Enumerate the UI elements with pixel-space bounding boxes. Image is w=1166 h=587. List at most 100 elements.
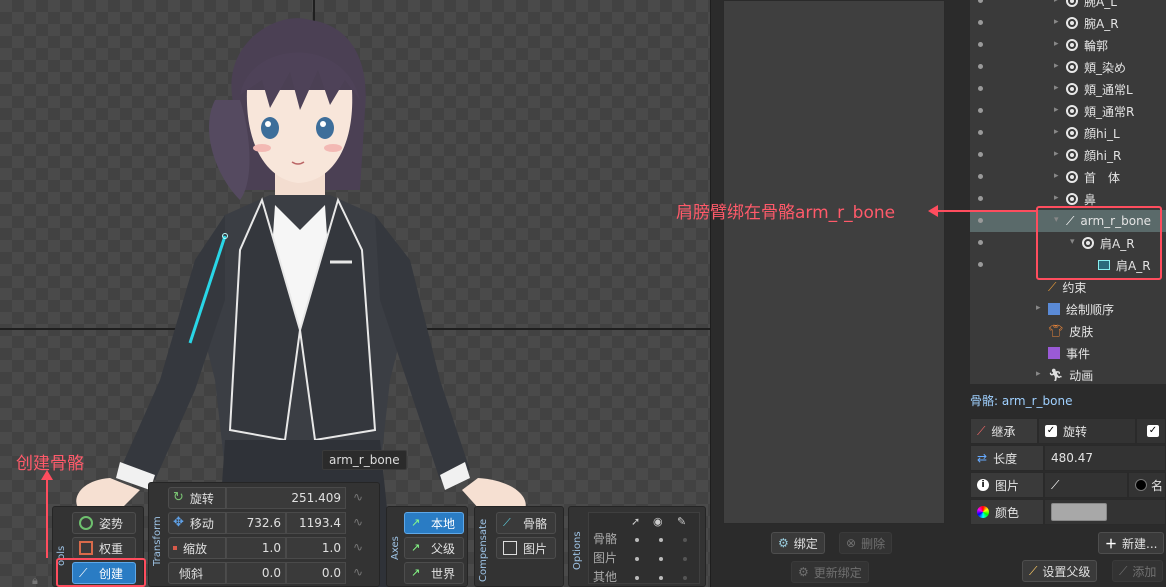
translate-button[interactable]: ✥ 移动: [168, 512, 226, 534]
visibility-dot[interactable]: [978, 130, 983, 135]
name-toggle-icon[interactable]: [1135, 479, 1147, 491]
tree-item[interactable]: ▸ 頬_染め: [970, 56, 1166, 78]
chain-icon[interactable]: ∿: [350, 565, 366, 581]
tree-item[interactable]: ▸ 顔hi_L: [970, 122, 1166, 144]
length-value[interactable]: 480.47: [1044, 445, 1166, 471]
option-toggle[interactable]: [683, 576, 687, 580]
pose-icon: [79, 516, 93, 530]
tree-item[interactable]: ▸ 腕A_L: [970, 0, 1166, 12]
compensate-bones-button[interactable]: ⟋ 骨骼: [496, 512, 556, 534]
tree-item[interactable]: ▸ 輪郭: [970, 34, 1166, 56]
expand-arrow-icon[interactable]: ▸: [1054, 193, 1059, 203]
option-toggle[interactable]: [683, 538, 687, 542]
pose-tool-button[interactable]: 姿势: [72, 512, 136, 534]
rotate-button[interactable]: ↻ 旋转: [168, 487, 226, 509]
tree-item[interactable]: ▸ 頬_通常L: [970, 78, 1166, 100]
chain-icon[interactable]: ∿: [350, 515, 366, 531]
length-icon: ⇄: [977, 451, 988, 465]
tree-item[interactable]: ▸ 頬_通常R: [970, 100, 1166, 122]
visibility-dot[interactable]: [978, 174, 983, 179]
translate-y-value[interactable]: 1193.4: [286, 512, 346, 534]
expand-arrow-icon[interactable]: ▸: [1054, 127, 1059, 137]
add-button[interactable]: ⟋ 添加: [1112, 560, 1164, 582]
shear-x-value[interactable]: 0.0: [226, 562, 286, 584]
visibility-dot[interactable]: [978, 20, 983, 25]
visibility-dot[interactable]: [978, 108, 983, 113]
compensate-images-button[interactable]: 图片: [496, 537, 556, 559]
bone-tree-highlight: [1036, 206, 1162, 280]
transform-group-label: Transform: [152, 516, 163, 566]
visibility-dot[interactable]: [978, 218, 983, 223]
scale-y-value[interactable]: 1.0: [286, 537, 346, 559]
option-toggle[interactable]: [659, 538, 663, 542]
option-toggle[interactable]: [635, 576, 639, 580]
expand-arrow-icon[interactable]: ▸: [1054, 83, 1059, 93]
visibility-dot[interactable]: [978, 240, 983, 245]
shear-button[interactable]: 倾斜: [168, 562, 226, 584]
slot-icon: [1066, 149, 1078, 161]
tree-item[interactable]: ▸ 腕A_R: [970, 12, 1166, 34]
tree-item-animations[interactable]: ▸ 🏃︎ 动画: [970, 364, 1166, 384]
expand-arrow-icon[interactable]: ▸: [1054, 149, 1059, 159]
visibility-dot[interactable]: [978, 152, 983, 157]
expand-arrow-icon[interactable]: ▸: [1036, 303, 1041, 313]
expand-arrow-icon[interactable]: ▸: [1054, 171, 1059, 181]
bind-button[interactable]: ⚙︎ 绑定: [771, 532, 825, 554]
expand-arrow-icon[interactable]: ▸: [1054, 61, 1059, 71]
expand-arrow-icon[interactable]: ▸: [1054, 0, 1059, 5]
option-toggle[interactable]: [683, 557, 687, 561]
tag-icon: ✎: [677, 515, 687, 528]
chain-icon[interactable]: ∿: [350, 540, 366, 556]
visibility-dot[interactable]: [978, 42, 983, 47]
inherit-rotation-checkbox[interactable]: ✓: [1045, 425, 1057, 437]
scale-button[interactable]: 缩放: [168, 537, 226, 559]
visibility-dot[interactable]: [978, 64, 983, 69]
scale-x-value[interactable]: 1.0: [226, 537, 286, 559]
weights-tool-button[interactable]: 权重: [72, 537, 136, 559]
move-icon: ✥: [173, 515, 184, 530]
rotate-value[interactable]: 251.409: [226, 487, 346, 509]
expand-arrow-icon[interactable]: ▸: [1054, 39, 1059, 49]
plus-icon: ＋: [1105, 536, 1118, 551]
axes-parent-button[interactable]: ↗ 父级: [404, 537, 464, 559]
slot-icon: [1066, 193, 1078, 205]
local-axes-icon: ↗: [411, 516, 421, 529]
visibility-dot[interactable]: [978, 262, 983, 267]
color-row: 颜色: [970, 499, 1166, 525]
visibility-dot[interactable]: [978, 0, 983, 3]
viewport[interactable]: arm_r_bone 创建骨骼 ools 姿势 权重 ⟋ 创建 Transfor…: [0, 0, 710, 587]
tree-item[interactable]: ▸ 首 体: [970, 166, 1166, 188]
chain-icon[interactable]: ∿: [350, 490, 366, 506]
tree-item-skins[interactable]: 👕︎ 皮肤: [970, 320, 1166, 342]
axes-world-button[interactable]: ↗ 世界: [404, 562, 464, 584]
set-parent-button[interactable]: ⟋ 设置父级: [1022, 560, 1098, 582]
new-button[interactable]: ＋ 新建...: [1098, 532, 1165, 554]
expand-arrow-icon[interactable]: ▸: [1054, 17, 1059, 27]
option-toggle[interactable]: [635, 538, 639, 542]
expand-arrow-icon[interactable]: ▸: [1036, 369, 1041, 379]
constraints-icon: ⟋: [1048, 279, 1057, 294]
shear-y-value[interactable]: 0.0: [286, 562, 346, 584]
delete-button[interactable]: ⊗ 删除: [839, 532, 893, 554]
lock-icon[interactable]: 🔒︎: [32, 574, 38, 587]
color-wheel-icon: [977, 506, 989, 518]
translate-row: ✥ 移动 732.6 1193.4 ∿: [168, 512, 366, 534]
option-toggle[interactable]: [659, 557, 663, 561]
color-swatch[interactable]: [1051, 503, 1107, 521]
update-binding-button[interactable]: ⚙︎ 更新绑定: [791, 561, 869, 583]
option-toggle[interactable]: [659, 576, 663, 580]
axes-local-button[interactable]: ↗ 本地: [404, 512, 464, 534]
parent-axes-icon: ↗: [411, 541, 421, 554]
tree-item[interactable]: ▸ 顔hi_R: [970, 144, 1166, 166]
translate-x-value[interactable]: 732.6: [226, 512, 286, 534]
bone-icon[interactable]: ⟋: [1051, 478, 1059, 493]
bone-name-tooltip: arm_r_bone: [322, 450, 407, 470]
inherit-other-checkbox[interactable]: ✓: [1147, 425, 1159, 437]
visibility-dot[interactable]: [978, 196, 983, 201]
expand-arrow-icon[interactable]: ▸: [1054, 105, 1059, 115]
tree-item-draw-order[interactable]: ▸ 绘制顺序: [970, 298, 1166, 320]
option-toggle[interactable]: [635, 557, 639, 561]
visibility-dot[interactable]: [978, 86, 983, 91]
tree-item-events[interactable]: 事件: [970, 342, 1166, 364]
hierarchy-tree[interactable]: ▸ 腕A_L ▸ 腕A_R ▸ 輪郭 ▸ 頬_染め ▸ 頬_通常L ▸ 頬_通常…: [970, 0, 1166, 384]
